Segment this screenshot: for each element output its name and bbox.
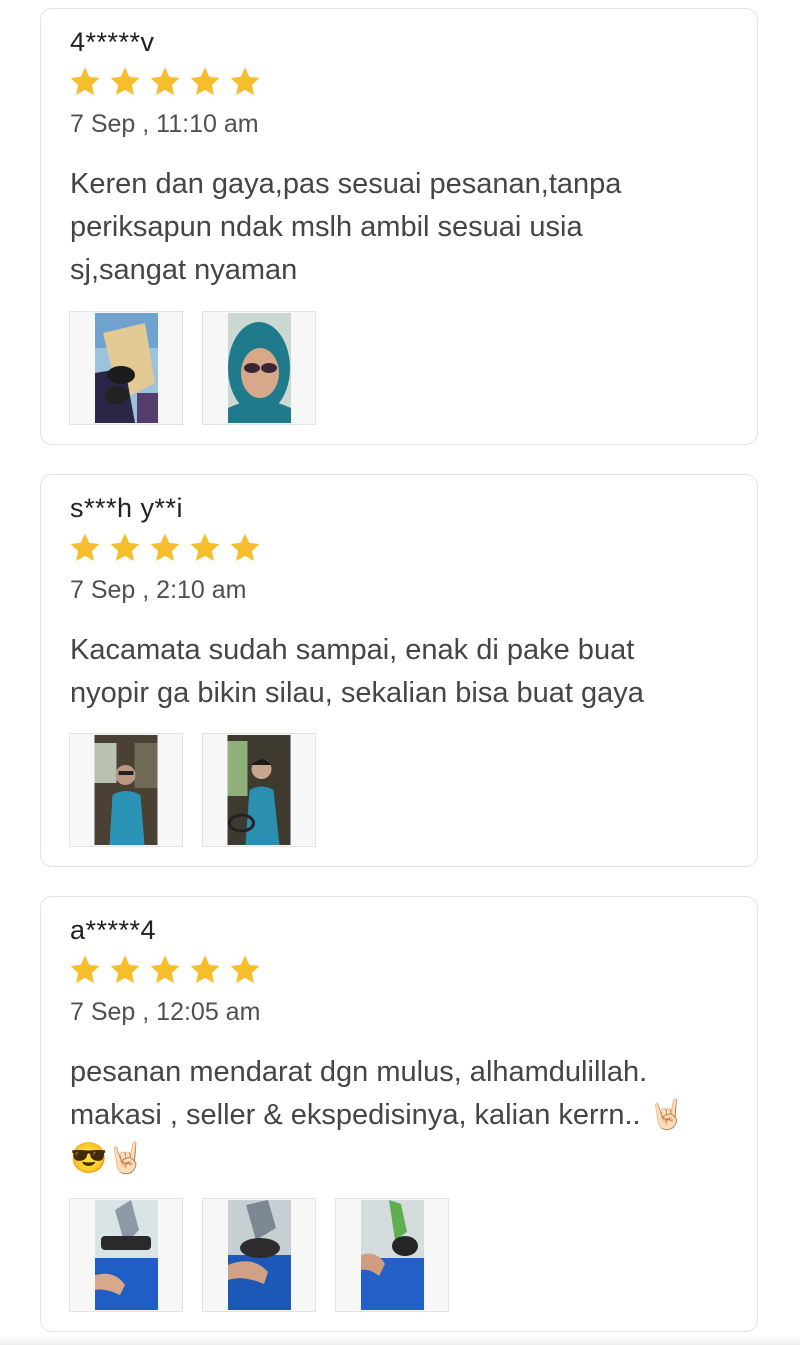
review-text-line: periksapun ndak mslh ambil sesuai usia	[70, 211, 583, 243]
review-text-line: Keren dan gaya,pas sesuai pesanan,tanpa	[70, 168, 622, 200]
star-icon	[227, 65, 263, 99]
star-icon	[147, 953, 183, 987]
review-text-line: Kacamata sudah sampai, enak di pake buat	[70, 634, 635, 666]
photo-sunglasses-image	[94, 1200, 158, 1310]
review-photos	[69, 733, 316, 847]
star-icon	[187, 65, 223, 99]
review-text-line: nyopir ga bikin silau, sekalian bisa bua…	[70, 677, 644, 709]
review-photo-thumbnail[interactable]	[69, 733, 183, 847]
reviewer-name: a*****4	[70, 915, 157, 945]
review-date: 7 Sep , 12:05 am	[70, 998, 261, 1026]
review-photos	[69, 1198, 449, 1312]
star-icon	[67, 65, 103, 99]
photo-selfie-image	[227, 313, 291, 423]
review-card: s***h y**i 7 Sep , 2:10 am Kacamata suda…	[40, 474, 758, 867]
star-icon	[147, 65, 183, 99]
star-rating	[67, 65, 263, 99]
star-icon	[227, 953, 263, 987]
photo-sunglasses-image	[360, 1200, 424, 1310]
reviewer-name: s***h y**i	[70, 493, 184, 523]
review-text-emoji-line: 😎🤘🏻	[70, 1142, 145, 1175]
bottom-edge-shadow	[0, 1336, 800, 1345]
photo-driving-image	[227, 735, 291, 845]
review-text: pesanan mendarat dgn mulus, alhamdulilla…	[70, 1051, 730, 1180]
star-icon	[107, 65, 143, 99]
review-date: 7 Sep , 2:10 am	[70, 576, 247, 604]
review-text: Keren dan gaya,pas sesuai pesanan,tanpa …	[70, 163, 730, 292]
review-photo-thumbnail[interactable]	[202, 311, 316, 425]
star-icon	[107, 953, 143, 987]
star-rating	[67, 953, 263, 987]
star-icon	[187, 531, 223, 565]
photo-driving-image	[94, 735, 158, 845]
review-photo-thumbnail[interactable]	[69, 1198, 183, 1312]
review-photo-thumbnail[interactable]	[202, 1198, 316, 1312]
review-text-line: makasi , seller & ekspedisinya, kalian k…	[70, 1099, 685, 1131]
star-icon	[67, 953, 103, 987]
review-text: Kacamata sudah sampai, enak di pake buat…	[70, 629, 730, 715]
photo-glasses-image	[94, 313, 158, 423]
star-icon	[107, 531, 143, 565]
star-icon	[227, 531, 263, 565]
star-icon	[147, 531, 183, 565]
star-icon	[187, 953, 223, 987]
review-card: a*****4 7 Sep , 12:05 am pesanan mendara…	[40, 896, 758, 1332]
star-icon	[67, 531, 103, 565]
star-rating	[67, 531, 263, 565]
review-text-line: sj,sangat nyaman	[70, 254, 298, 286]
reviewer-name: 4*****v	[70, 27, 155, 57]
review-card: 4*****v 7 Sep , 11:10 am Keren dan gaya,…	[40, 8, 758, 445]
review-photo-thumbnail[interactable]	[69, 311, 183, 425]
review-text-line: pesanan mendarat dgn mulus, alhamdulilla…	[70, 1056, 648, 1088]
photo-sunglasses-image	[227, 1200, 291, 1310]
review-photo-thumbnail[interactable]	[335, 1198, 449, 1312]
review-date: 7 Sep , 11:10 am	[70, 110, 259, 138]
review-photo-thumbnail[interactable]	[202, 733, 316, 847]
review-photos	[69, 311, 316, 425]
